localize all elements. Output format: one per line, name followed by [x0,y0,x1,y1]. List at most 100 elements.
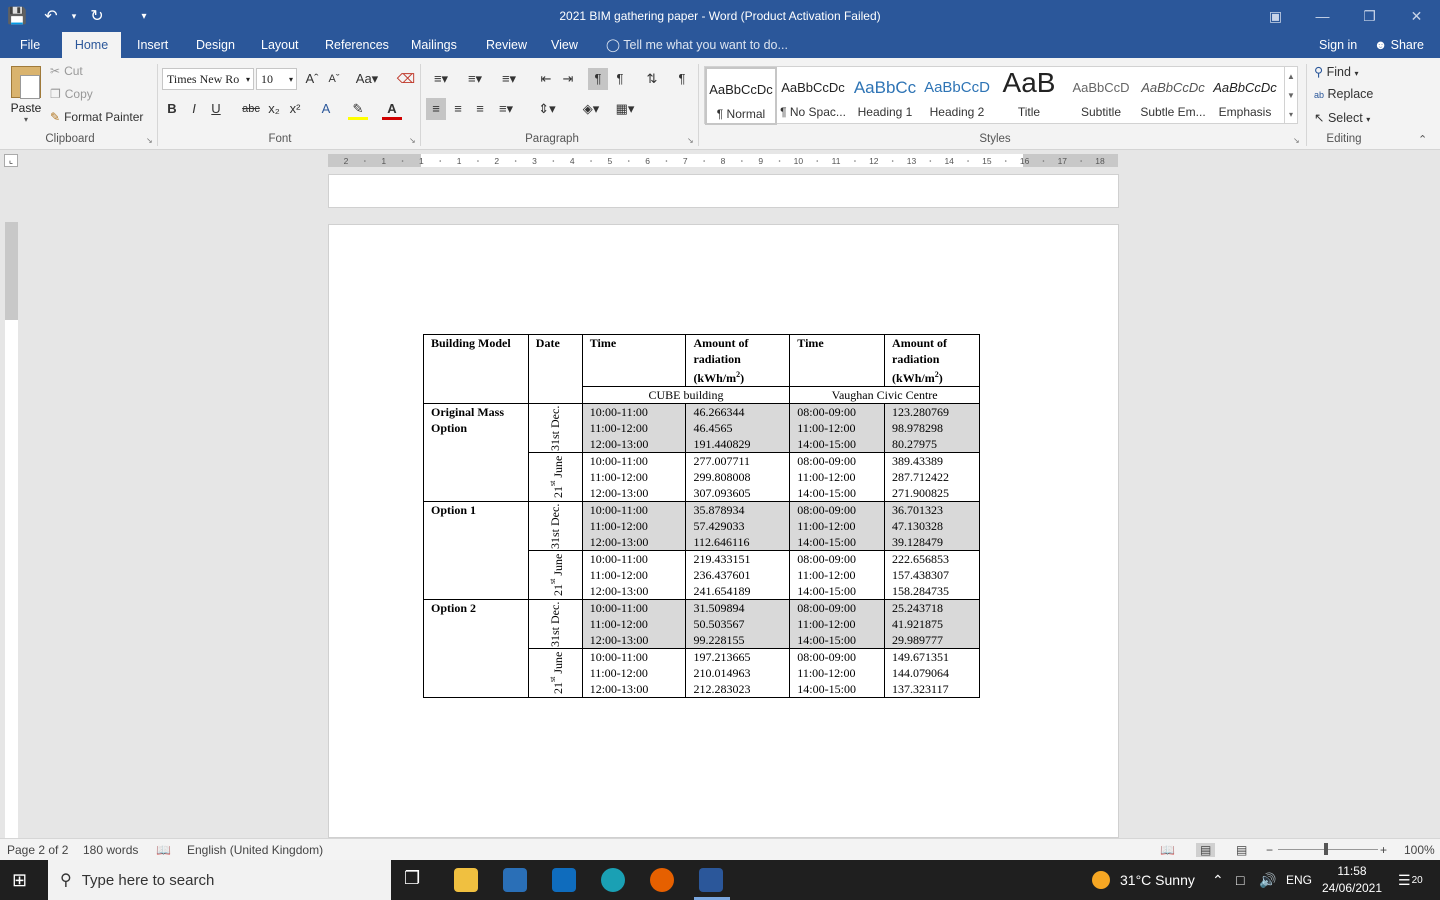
strikethrough-button[interactable]: abc [240,98,262,120]
style-no-spacing[interactable]: AaBbCcDc ¶ No Spac... [777,67,849,125]
read-mode-icon[interactable]: 📖 [1160,843,1175,857]
zoom-out-icon[interactable]: − [1266,843,1273,857]
tab-home[interactable]: Home [62,32,121,58]
clear-formatting-icon[interactable]: ⌫ [396,68,416,90]
rtl-text-icon[interactable]: ¶ [610,68,630,90]
style-heading-1[interactable]: AaBbCc Heading 1 [849,67,921,125]
clock[interactable]: 11:58 24/06/2021 [1320,863,1384,897]
tab-selector-icon[interactable]: ⌞ [4,154,18,167]
show-formatting-marks-icon[interactable]: ¶ [672,68,692,90]
network-icon[interactable]: □ [1236,860,1244,900]
tab-layout[interactable]: Layout [253,32,307,58]
multilevel-list-icon[interactable]: ≡▾ [494,68,524,90]
sort-icon[interactable]: ⇅ [642,68,662,90]
sign-in-link[interactable]: Sign in [1319,32,1357,58]
align-right-icon[interactable]: ≡ [470,98,490,120]
highlight-icon[interactable]: ✎ [348,98,368,120]
change-case-icon[interactable]: Aa▾ [352,68,382,90]
minimize-icon[interactable]: — [1299,0,1346,32]
vertical-ruler[interactable] [5,222,18,838]
line-spacing-icon[interactable]: ⇕▾ [532,98,562,120]
tab-review[interactable]: Review [478,32,535,58]
style-normal[interactable]: AaBbCcDc ¶ Normal [705,67,777,125]
volume-icon[interactable]: 🔊 [1259,860,1276,900]
decrease-indent-icon[interactable]: ⇤ [536,68,556,90]
style-subtitle[interactable]: AaBbCcD Subtitle [1065,67,1137,125]
zoom-slider[interactable] [1278,849,1378,850]
ribbon-display-options-icon[interactable]: ▣ [1252,0,1299,32]
style-emphasis[interactable]: AaBbCcDc Emphasis [1209,67,1281,125]
word-icon[interactable] [699,868,723,892]
tab-references[interactable]: References [317,32,397,58]
clipboard-launcher-icon[interactable]: ↘ [146,136,153,145]
align-center-icon[interactable]: ≡ [448,98,468,120]
proofing-icon[interactable]: 📖 [156,843,171,857]
collapse-ribbon-icon[interactable]: ⌃ [1418,133,1427,146]
ltr-text-icon[interactable]: ¶ [588,68,608,90]
zoom-in-icon[interactable]: + [1380,843,1387,857]
word-count[interactable]: 180 words [83,843,138,857]
font-size-select[interactable]: 10 ▾ [256,68,297,90]
subscript-button[interactable]: x₂ [264,98,284,120]
replace-button[interactable]: ab Replace [1314,87,1373,101]
task-view-icon[interactable]: ❐ [404,868,420,889]
share-button[interactable]: ☻ Share [1374,32,1424,58]
notifications-icon[interactable]: ☰ 20 [1398,860,1423,900]
shrink-font-icon[interactable]: Aˇ [324,68,344,90]
horizontal-ruler[interactable]: 2 1 1 1 2 3 4 5 6 7 8 9 10 11 12 13 14 15 16 17 18 [328,154,1118,167]
tab-insert[interactable]: Insert [129,32,176,58]
zoom-level[interactable]: 100% [1404,843,1435,857]
tab-file[interactable]: File [12,32,48,58]
styles-scroll[interactable]: ▲ ▼ ▾ [1284,66,1298,124]
select-button[interactable]: ↖ Select ▾ [1314,110,1370,125]
style-heading-2[interactable]: AaBbCcD Heading 2 [921,67,993,125]
borders-icon[interactable]: ▦▾ [610,98,640,120]
print-layout-icon[interactable]: ▤ [1196,843,1216,857]
font-name-select[interactable]: Times New Ro ▾ [162,68,254,90]
radiation-table[interactable]: Building Model Date Time Amount of radiat… [423,334,980,698]
weather-widget[interactable]: 31°C Sunny [1092,860,1195,900]
grow-font-icon[interactable]: Aˆ [302,68,322,90]
text-effects-icon[interactable]: A [316,98,336,120]
styles-launcher-icon[interactable]: ↘ [1293,136,1300,145]
bold-button[interactable]: B [162,98,182,120]
bullets-icon[interactable]: ≡▾ [426,68,456,90]
increase-indent-icon[interactable]: ⇥ [558,68,578,90]
superscript-button[interactable]: x² [285,98,305,120]
tab-view[interactable]: View [543,32,586,58]
cut-button[interactable]: ✂ Cut [50,64,83,78]
copy-button[interactable]: ❐ Copy [50,87,93,101]
numbering-icon[interactable]: ≡▾ [460,68,490,90]
windows-start-icon[interactable]: ⊞ [12,870,27,891]
style-subtle-emphasis[interactable]: AaBbCcDc Subtle Em... [1137,67,1209,125]
input-language[interactable]: ENG [1286,860,1312,900]
paragraph-launcher-icon[interactable]: ↘ [687,136,694,145]
find-button[interactable]: ⚲ Find ▾ [1314,64,1358,79]
paste-button[interactable]: Paste ▾ [6,64,46,124]
tab-design[interactable]: Design [188,32,243,58]
format-painter-button[interactable]: ✎ Format Painter [50,110,143,124]
font-launcher-icon[interactable]: ↘ [409,136,416,145]
show-hidden-icons[interactable]: ⌃ [1212,860,1224,900]
close-icon[interactable]: ✕ [1393,0,1440,32]
font-color-icon[interactable]: A [382,98,402,120]
align-left-icon[interactable]: ≡ [426,98,446,120]
style-title[interactable]: AaB Title [993,67,1065,125]
restore-icon[interactable]: ❐ [1346,0,1393,32]
store-icon[interactable] [503,868,527,892]
shading-icon[interactable]: ◈▾ [576,98,606,120]
justify-icon[interactable]: ≡▾ [492,98,520,120]
edge-icon[interactable] [601,868,625,892]
underline-button[interactable]: U [206,98,226,120]
zoom-slider-thumb[interactable] [1324,843,1328,855]
language-indicator[interactable]: English (United Kingdom) [187,843,323,857]
italic-button[interactable]: I [184,98,204,120]
outlook-icon[interactable] [552,868,576,892]
tab-mailings[interactable]: Mailings [403,32,465,58]
paste-dropdown-icon[interactable]: ▾ [6,115,46,124]
file-explorer-icon[interactable] [454,868,478,892]
taskbar-search[interactable]: ⚲ Type here to search [48,860,391,900]
firefox-icon[interactable] [650,868,674,892]
web-layout-icon[interactable]: ▤ [1236,843,1247,857]
tell-me-box[interactable]: ◯ Tell me what you want to do... [606,32,788,58]
